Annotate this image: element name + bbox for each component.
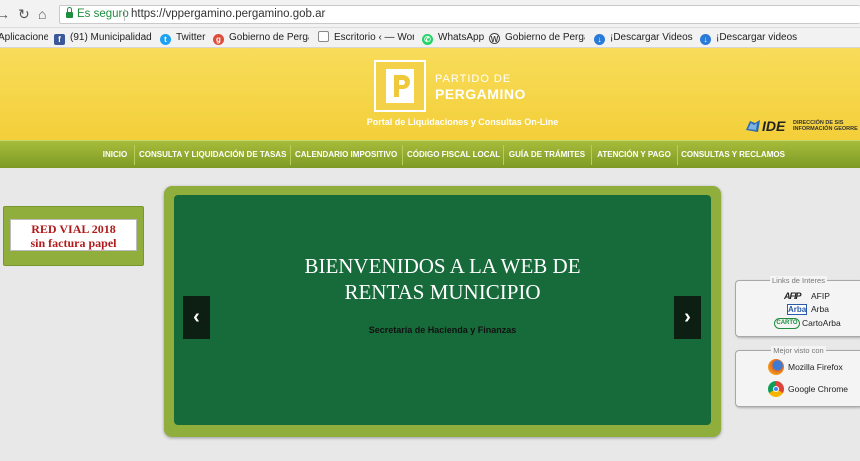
url-text[interactable]: https://vppergamino.pergamino.gob.ar xyxy=(131,8,325,20)
chevron-left-icon: ‹ xyxy=(193,306,200,328)
link-arba[interactable]: Arba xyxy=(811,304,829,314)
ide-map-icon xyxy=(746,120,760,132)
arba-logo-icon: Arba xyxy=(787,304,807,315)
bookmark-label: (91) Municipalidad d xyxy=(70,32,154,43)
reload-icon[interactable]: ↻ xyxy=(18,6,30,22)
secure-label: Es seguro xyxy=(77,8,129,20)
cartoarba-logo-icon: CARTO xyxy=(774,318,800,329)
bookmark-label: Aplicaciones xyxy=(0,32,48,43)
divider xyxy=(124,9,125,21)
nav-divider xyxy=(677,145,678,165)
brand-line-1: PARTIDO DE xyxy=(435,73,512,85)
slider-slide xyxy=(174,195,711,425)
bookmark-google-plus[interactable]: g Gobierno de Pergam xyxy=(213,31,309,45)
bookmark-label: Twitter xyxy=(176,32,206,43)
slider-next-button[interactable]: › xyxy=(674,296,701,339)
ide-label: IDE xyxy=(762,118,786,134)
bookmark-label: Gobierno de Pergam xyxy=(505,32,585,43)
nav-item-calendario[interactable]: CALENDARIO IMPOSITIVO xyxy=(295,141,397,169)
bookmarks-bar: Aplicaciones f (91) Municipalidad d t Twit… xyxy=(0,28,860,48)
bookmark-download-videos-1[interactable]: ↓ ¡Descargar Videos d xyxy=(594,31,694,45)
link-cartoarba[interactable]: CartoArba xyxy=(802,318,841,328)
link-mozilla-firefox[interactable]: Mozilla Firefox xyxy=(788,362,843,372)
nav-item-consulta-liquidacion[interactable]: CONSULTA Y LIQUIDACIÓN DE TASAS xyxy=(139,141,286,169)
slide-title-line-2: RENTAS MUNICIPIO xyxy=(344,280,541,304)
nav-item-consultas-reclamos[interactable]: CONSULTAS Y RECLAMOS xyxy=(681,141,785,169)
bookmark-label: Escritorio ‹ — Word xyxy=(334,32,414,43)
whatsapp-icon: ✆ xyxy=(422,34,433,45)
ide-logo[interactable]: IDE DIRECCIÓN DE SIS INFORMACIÓN GEORRE xyxy=(745,117,860,135)
bookmark-label: WhatsApp xyxy=(438,32,484,43)
chrome-icon-center xyxy=(773,386,779,392)
links-box-legend: Links de Interes xyxy=(770,276,827,285)
bookmark-twitter[interactable]: t Twitter xyxy=(160,31,210,45)
google-plus-icon: g xyxy=(213,34,224,45)
red-vial-subtitle: sin factura papel xyxy=(30,236,117,250)
download-icon: ↓ xyxy=(594,34,605,45)
pergamino-logo[interactable] xyxy=(374,60,426,112)
bookmark-whatsapp[interactable]: ✆ WhatsApp xyxy=(422,31,484,45)
nav-item-guia-tramites[interactable]: GUÍA DE TRÁMITES xyxy=(507,141,587,169)
wordpress-icon: W xyxy=(489,33,500,44)
bookmark-label: ¡Descargar videos d xyxy=(716,32,800,43)
bookmark-apps[interactable]: Aplicaciones xyxy=(0,31,48,45)
afip-logo-icon: AFIP xyxy=(784,291,801,301)
nav-divider xyxy=(134,145,135,165)
link-afip[interactable]: AFIP xyxy=(811,291,830,301)
bookmark-wordpress-admin[interactable]: Escritorio ‹ — Word xyxy=(318,31,414,45)
bookmark-wordpress[interactable]: W Gobierno de Pergam xyxy=(489,31,585,45)
firefox-icon xyxy=(768,359,784,375)
slider-prev-button[interactable]: ‹ xyxy=(183,296,210,339)
address-bar[interactable]: Es seguro https://vppergamino.pergamino.… xyxy=(59,5,860,24)
nav-divider xyxy=(503,145,504,165)
page-icon xyxy=(318,31,329,42)
brand-line-2: PERGAMINO xyxy=(435,86,526,102)
red-vial-title: RED VIAL 2018 xyxy=(31,222,116,236)
home-icon[interactable]: ⌂ xyxy=(38,6,46,22)
browsers-box: Mejor visto con Mozilla Firefox Google C… xyxy=(735,346,860,407)
bookmark-facebook[interactable]: f (91) Municipalidad d xyxy=(54,31,154,45)
download-icon: ↓ xyxy=(700,34,711,45)
nav-divider xyxy=(290,145,291,165)
browser-toolbar: → ↻ ⌂ Es seguro https://vppergamino.perg… xyxy=(0,0,860,28)
ide-subtitle-2: INFORMACIÓN GEORRE xyxy=(793,126,858,132)
slide-title-line-1: BIENVENIDOS A LA WEB DE xyxy=(304,254,581,278)
lock-icon xyxy=(66,7,73,19)
chevron-right-icon: › xyxy=(684,306,691,328)
nav-item-atencion-pago[interactable]: ATENCIÓN Y PAGO xyxy=(595,141,673,169)
forward-icon[interactable]: → xyxy=(0,6,10,22)
facebook-icon: f xyxy=(54,34,65,45)
link-google-chrome[interactable]: Google Chrome xyxy=(788,384,848,394)
nav-divider xyxy=(402,145,403,165)
browsers-box-legend: Mejor visto con xyxy=(771,346,826,355)
nav-item-inicio[interactable]: INICIO xyxy=(100,141,130,169)
links-box: Links de Interes AFIP AFIP Arba Arba CAR… xyxy=(735,276,860,337)
main-nav: INICIO CONSULTA Y LIQUIDACIÓN DE TASAS C… xyxy=(0,140,860,168)
slide-subtitle: Secretaría de Hacienda y Finanzas xyxy=(368,325,517,335)
portal-title: Portal de Liquidaciones y Consultas On-L… xyxy=(366,117,559,127)
bookmark-download-videos-2[interactable]: ↓ ¡Descargar videos d xyxy=(700,31,800,45)
bookmark-label: Gobierno de Pergam xyxy=(229,32,309,43)
nav-item-codigo-fiscal[interactable]: CÓDIGO FISCAL LOCAL xyxy=(407,141,500,169)
red-vial-label-box: RED VIAL 2018 sin factura papel xyxy=(10,219,137,251)
twitter-icon: t xyxy=(160,34,171,45)
nav-divider xyxy=(591,145,592,165)
bookmark-label: ¡Descargar Videos d xyxy=(610,32,694,43)
